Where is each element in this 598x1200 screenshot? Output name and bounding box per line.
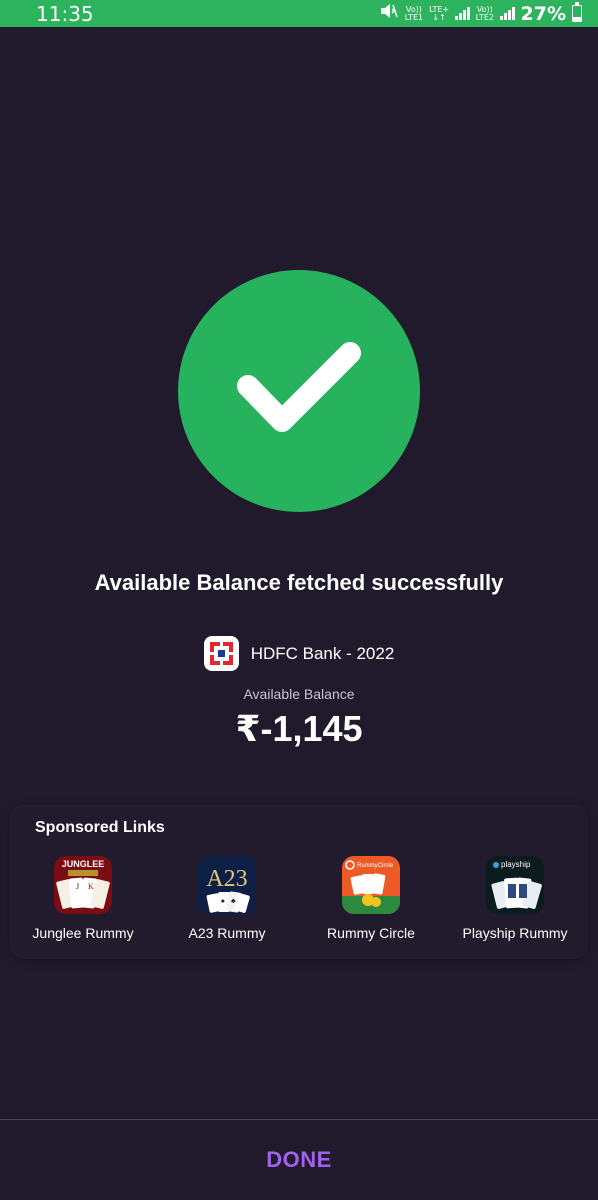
sponsored-links-title: Sponsored Links — [35, 819, 165, 836]
status-bar: 11:35 Vo)) LTE1 LTE+ ↓↑ Vo)) LTE2 27% — [0, 0, 598, 27]
app-label: A23 Rummy — [188, 925, 266, 941]
balance-label: Available Balance — [243, 686, 355, 702]
svg-text:A23: A23 — [206, 866, 247, 892]
result-title: Available Balance fetched successfully — [94, 570, 504, 595]
sponsored-apps-row: JUNGLEE J K Junglee Rummy A23 ♠ ♣ A23 Ru… — [11, 856, 587, 941]
svg-text:♠: ♠ — [221, 898, 225, 905]
balance-value: ₹-1,145 — [235, 708, 363, 749]
mute-icon — [379, 2, 399, 25]
status-icons: Vo)) LTE1 LTE+ ↓↑ Vo)) LTE2 27% — [379, 2, 582, 25]
rummy-circle-icon: RummyCircle — [342, 856, 400, 914]
svg-text:playship: playship — [501, 860, 531, 869]
signal-icon — [455, 7, 470, 20]
hdfc-bank-logo-icon — [203, 636, 239, 671]
bank-name: HDFC Bank - 2022 — [250, 643, 395, 663]
sim2-indicator: Vo)) LTE2 — [475, 4, 495, 22]
sponsored-app-a23-rummy[interactable]: A23 ♠ ♣ A23 Rummy — [155, 856, 299, 941]
app-label: Rummy Circle — [327, 925, 415, 941]
battery-icon — [572, 2, 582, 22]
app-label: Junglee Rummy — [32, 925, 134, 941]
lte-indicator: LTE+ ↓↑ — [429, 4, 450, 22]
svg-text:♣: ♣ — [231, 898, 236, 905]
a23-rummy-icon: A23 ♠ ♣ — [198, 856, 256, 914]
check-icon — [178, 270, 420, 512]
signal-icon — [500, 7, 515, 20]
status-time: 11:35 — [36, 1, 94, 26]
done-button[interactable]: DONE — [0, 1120, 598, 1200]
svg-text:RummyCircle: RummyCircle — [357, 863, 394, 869]
sponsored-app-rummy-circle[interactable]: RummyCircle Rummy Circle — [299, 856, 443, 941]
sim1-indicator: Vo)) LTE1 — [404, 4, 424, 22]
sponsored-links-card: Sponsored Links JUNGLEE J K Junglee Rumm… — [11, 806, 587, 958]
junglee-rummy-icon: JUNGLEE J K — [54, 856, 112, 914]
screen: 11:35 Vo)) LTE1 LTE+ ↓↑ Vo)) LTE2 27% Av… — [0, 0, 598, 1200]
app-label: Playship Rummy — [462, 925, 568, 941]
sponsored-app-playship-rummy[interactable]: playship Playship Rummy — [443, 856, 587, 941]
sponsored-app-junglee-rummy[interactable]: JUNGLEE J K Junglee Rummy — [11, 856, 155, 941]
battery-percent: 27% — [520, 2, 566, 25]
svg-text:JUNGLEE: JUNGLEE — [62, 859, 105, 869]
bank-row: HDFC Bank - 2022 — [0, 636, 598, 671]
svg-text:J: J — [76, 882, 79, 891]
svg-text:K: K — [88, 882, 94, 891]
playship-rummy-icon: playship — [486, 856, 544, 914]
